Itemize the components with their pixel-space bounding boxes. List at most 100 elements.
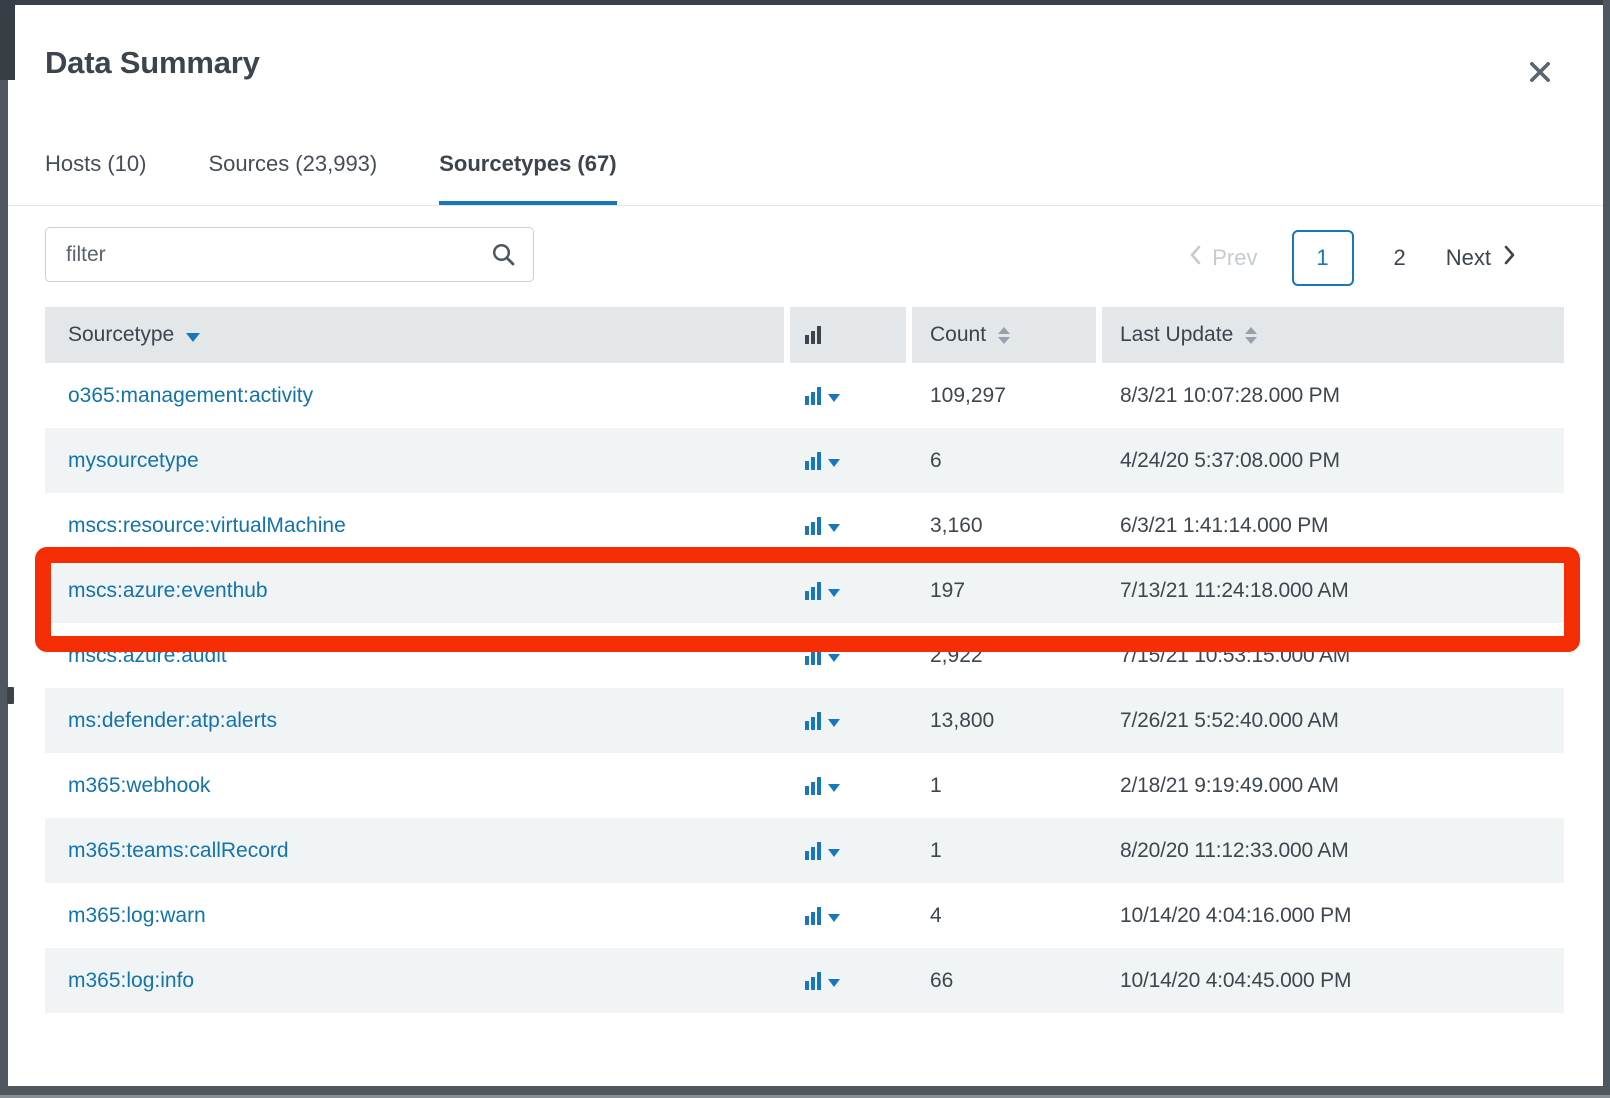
close-button[interactable]	[1520, 53, 1560, 93]
sourcetype-link[interactable]: m365:log:warn	[68, 904, 206, 928]
bar-chart-icon	[805, 326, 821, 344]
chevron-down-icon	[828, 783, 840, 792]
filter-container	[45, 227, 534, 282]
table-body: o365:management:activity 109,297 8/3/21 …	[45, 363, 1564, 1013]
count-value: 1	[930, 773, 942, 797]
tab-sources[interactable]: Sources (23,993)	[208, 143, 377, 206]
column-header-count[interactable]: Count	[912, 307, 1096, 363]
next-page-button[interactable]: Next	[1446, 244, 1516, 272]
next-page-label: Next	[1445, 245, 1491, 270]
sourcetype-link[interactable]: m365:log:info	[68, 969, 194, 993]
row-chart-menu-button[interactable]	[805, 451, 840, 470]
bar-chart-icon	[805, 971, 821, 990]
last-update-value: 10/14/20 4:04:45.000 PM	[1120, 968, 1352, 992]
sourcetypes-table: Sourcetype Count Last Update o365:manage…	[45, 307, 1564, 1013]
page-title: Data Summary	[45, 45, 260, 80]
last-update-value: 2/18/21 9:19:49.000 AM	[1120, 773, 1339, 797]
sort-both-icon	[998, 326, 1011, 344]
count-value: 6	[930, 448, 942, 472]
page-button-1[interactable]: 1	[1291, 230, 1354, 286]
pagination: Prev 1 2 Next	[1189, 227, 1516, 289]
row-chart-menu-button[interactable]	[805, 906, 840, 925]
tabs-divider	[8, 205, 1603, 206]
last-update-value: 10/14/20 4:04:16.000 PM	[1120, 903, 1352, 927]
sourcetype-link[interactable]: m365:teams:callRecord	[68, 839, 289, 863]
last-update-value: 4/24/20 5:37:08.000 PM	[1120, 448, 1340, 472]
table-row: m365:webhook 1 2/18/21 9:19:49.000 AM	[45, 753, 1564, 818]
sourcetype-link[interactable]: o365:management:activity	[68, 384, 313, 408]
last-update-value: 8/3/21 10:07:28.000 PM	[1120, 383, 1340, 407]
sourcetype-link[interactable]: ms:defender:atp:alerts	[68, 709, 277, 733]
column-header-sourcetype[interactable]: Sourcetype	[45, 307, 784, 363]
row-chart-menu-button[interactable]	[805, 581, 840, 600]
count-value: 2,922	[930, 643, 983, 667]
count-value: 1	[930, 838, 942, 862]
tab-sourcetypes[interactable]: Sourcetypes (67)	[439, 143, 617, 206]
table-row: mscs:resource:virtualMachine 3,160 6/3/2…	[45, 493, 1564, 558]
prev-page-button[interactable]: Prev	[1189, 244, 1258, 272]
bar-chart-icon	[805, 646, 821, 665]
sourcetype-link[interactable]: mysourcetype	[68, 449, 199, 473]
column-header-count-label: Count	[930, 323, 987, 346]
tab-bar: Hosts (10) Sources (23,993) Sourcetypes …	[45, 143, 617, 206]
sourcetype-link[interactable]: mscs:resource:virtualMachine	[68, 514, 346, 538]
chevron-down-icon	[828, 393, 840, 402]
screenshot-frame-left	[0, 0, 8, 1098]
table-row: mscs:azure:audit 2,922 7/15/21 10:53:15.…	[45, 623, 1564, 688]
chevron-down-icon	[828, 523, 840, 532]
chevron-down-icon	[828, 653, 840, 662]
chevron-down-icon	[828, 458, 840, 467]
table-header-row: Sourcetype Count Last Update	[45, 307, 1564, 363]
sort-both-icon	[1245, 326, 1258, 344]
chevron-right-icon	[1503, 244, 1516, 272]
table-row: ms:defender:atp:alerts 13,800 7/26/21 5:…	[45, 688, 1564, 753]
count-value: 197	[930, 578, 966, 602]
row-chart-menu-button[interactable]	[805, 841, 840, 860]
chevron-down-icon	[828, 978, 840, 987]
sourcetype-link[interactable]: mscs:azure:eventhub	[68, 579, 268, 603]
table-row: m365:teams:callRecord 1 8/20/20 11:12:33…	[45, 818, 1564, 883]
column-header-last-update[interactable]: Last Update	[1102, 307, 1564, 363]
row-chart-menu-button[interactable]	[805, 386, 840, 405]
last-update-value: 7/15/21 10:53:15.000 AM	[1120, 643, 1351, 667]
last-update-value: 7/26/21 5:52:40.000 AM	[1120, 708, 1339, 732]
last-update-value: 8/20/20 11:12:33.000 AM	[1120, 838, 1349, 862]
count-value: 3,160	[930, 513, 983, 537]
column-header-chart	[790, 307, 906, 363]
table-row: m365:log:info 66 10/14/20 4:04:45.000 PM	[45, 948, 1564, 1013]
row-chart-menu-button[interactable]	[805, 776, 840, 795]
tab-hosts[interactable]: Hosts (10)	[45, 143, 146, 206]
background-navbar-sliver	[0, 0, 15, 80]
chevron-down-icon	[828, 913, 840, 922]
bar-chart-icon	[805, 581, 821, 600]
table-row: o365:management:activity 109,297 8/3/21 …	[45, 363, 1564, 428]
chevron-down-icon	[828, 588, 840, 597]
sourcetype-link[interactable]: mscs:azure:audit	[68, 644, 227, 668]
screenshot-frame-top	[0, 0, 1610, 5]
close-icon	[1527, 59, 1553, 88]
row-chart-menu-button[interactable]	[805, 516, 840, 535]
filter-input[interactable]	[45, 227, 534, 282]
bar-chart-icon	[805, 386, 821, 405]
bar-chart-icon	[805, 906, 821, 925]
page-button-2[interactable]: 2	[1388, 245, 1412, 271]
background-page-text-fragment	[7, 687, 14, 704]
prev-page-label: Prev	[1212, 245, 1258, 270]
bar-chart-icon	[805, 841, 821, 860]
row-chart-menu-button[interactable]	[805, 971, 840, 990]
bar-chart-icon	[805, 711, 821, 730]
sort-descending-icon	[186, 332, 201, 342]
chevron-left-icon	[1189, 244, 1202, 272]
count-value: 13,800	[930, 708, 995, 732]
chevron-down-icon	[828, 718, 840, 727]
last-update-value: 6/3/21 1:41:14.000 PM	[1120, 513, 1329, 537]
bar-chart-icon	[805, 451, 821, 470]
count-value: 4	[930, 903, 942, 927]
search-icon	[491, 242, 516, 272]
sourcetype-link[interactable]: m365:webhook	[68, 774, 210, 798]
row-chart-menu-button[interactable]	[805, 646, 840, 665]
screenshot-root: { "window": { "title": "Data Summary" },…	[0, 0, 1610, 1098]
row-chart-menu-button[interactable]	[805, 711, 840, 730]
chevron-down-icon	[828, 848, 840, 857]
last-update-value: 7/13/21 11:24:18.000 AM	[1120, 578, 1349, 602]
